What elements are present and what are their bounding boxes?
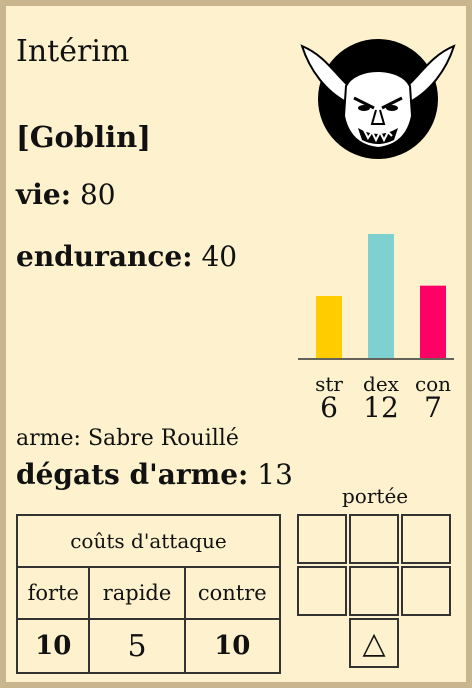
vie-value: 80: [79, 178, 116, 211]
arme-name: Sabre Rouillé: [87, 426, 239, 451]
degats-value: 13: [257, 458, 293, 491]
vie-label: vie:: [16, 178, 72, 211]
cost-value-rapide: 5: [88, 618, 186, 674]
range-cell: [297, 514, 347, 564]
stats-chart: str 6 dex 12 con 7: [296, 226, 456, 426]
stats-chart-svg: [298, 234, 454, 360]
arme-label: arme:: [16, 426, 81, 451]
vie-stat: vie: 80: [16, 178, 116, 211]
degats-line: dégats d'arme: 13: [16, 458, 293, 491]
character-name: Intérim: [16, 34, 130, 69]
bar-dex: [368, 234, 394, 358]
endurance-stat: endurance: 40: [16, 240, 237, 273]
cost-header-rapide: rapide: [88, 566, 186, 620]
bar-con: [420, 285, 446, 358]
character-card: Intérim [Goblin] vie: 80 endurance: 40 s…: [6, 6, 466, 682]
portee-label: portée: [342, 484, 409, 508]
range-grid: △: [297, 514, 455, 670]
cost-header-forte: forte: [15, 566, 91, 620]
data-label-str: 6: [320, 391, 338, 424]
cost-value-contre: 10: [183, 618, 282, 674]
cost-value-forte: 10: [15, 618, 91, 674]
range-cell: [349, 566, 399, 616]
character-race: [Goblin]: [16, 120, 151, 154]
attack-costs-title: coûts d'attaque: [16, 514, 281, 568]
degats-label: dégats d'arme:: [16, 458, 249, 491]
endurance-label: endurance:: [16, 240, 193, 273]
attack-costs-table: coûts d'attaque forte rapide contre 10 5…: [15, 514, 282, 674]
range-cell: [401, 566, 451, 616]
range-cell: [401, 514, 451, 564]
goblin-head-icon: [300, 39, 456, 159]
triangle-marker-icon: △: [362, 625, 386, 661]
data-label-con: 7: [424, 391, 442, 424]
range-cell: [349, 514, 399, 564]
cost-header-contre: contre: [183, 566, 282, 620]
data-label-dex: 12: [363, 391, 399, 424]
goblin-portrait: [296, 36, 456, 162]
range-cell: [297, 566, 347, 616]
endurance-value: 40: [201, 240, 238, 273]
weapon-line: arme: Sabre Rouillé: [16, 426, 239, 451]
character-position-cell: △: [349, 618, 399, 668]
bar-str: [316, 296, 342, 358]
